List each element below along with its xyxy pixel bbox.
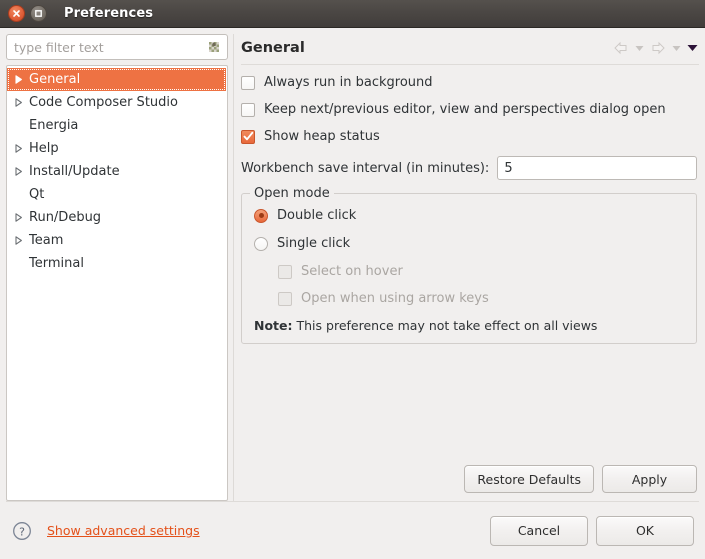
open-mode-note: Note: This preference may not take effec…: [254, 318, 684, 333]
sidebar-item-install-update[interactable]: Install/Update: [7, 160, 227, 183]
preferences-window: Preferences type filter text General Cod…: [0, 0, 705, 559]
checkbox-label: Open when using arrow keys: [301, 291, 489, 306]
svg-text:?: ?: [19, 525, 25, 538]
radio-row[interactable]: Double click: [254, 208, 684, 223]
page-title: General: [241, 40, 305, 56]
sidebar-item-code-composer-studio[interactable]: Code Composer Studio: [7, 91, 227, 114]
note-prefix: Note:: [254, 318, 293, 333]
save-interval-row: Workbench save interval (in minutes):: [241, 156, 697, 180]
close-icon[interactable]: [8, 5, 25, 22]
expand-arrow-icon[interactable]: [11, 213, 27, 222]
sidebar-item-qt[interactable]: Qt: [7, 183, 227, 206]
save-interval-input[interactable]: [497, 156, 697, 180]
checkbox-label: Show heap status: [264, 129, 380, 144]
sidebar-item-label: Code Composer Studio: [29, 95, 178, 110]
help-icon[interactable]: ?: [11, 520, 33, 542]
restore-defaults-button[interactable]: Restore Defaults: [464, 465, 594, 493]
radio-label: Single click: [277, 236, 351, 251]
ok-button[interactable]: OK: [596, 515, 694, 546]
checkbox-row[interactable]: Always run in background: [241, 75, 697, 90]
checkbox-label: Always run in background: [264, 75, 433, 90]
sidebar-item-label: Energia: [29, 118, 79, 133]
expand-arrow-icon[interactable]: [11, 75, 27, 84]
checkbox-icon[interactable]: [241, 75, 255, 90]
checkbox-icon[interactable]: [241, 102, 255, 117]
title-bar: Preferences: [0, 0, 705, 28]
filter-clear-icon[interactable]: [204, 37, 224, 57]
preference-tree[interactable]: General Code Composer Studio Energia Help In…: [6, 65, 228, 501]
radio-row[interactable]: Single click: [254, 236, 684, 251]
open-mode-group: Open mode Double click Single click Selec…: [241, 186, 697, 344]
page-action-buttons: Restore Defaults Apply: [241, 459, 699, 501]
sidebar-item-label: Qt: [29, 187, 45, 202]
dialog-footer: ? Show advanced settings Cancel OK: [0, 502, 705, 559]
checkbox-row[interactable]: Keep next/previous editor, view and pers…: [241, 102, 697, 117]
back-history-chevron-down-icon[interactable]: [633, 39, 646, 57]
window-title: Preferences: [64, 6, 154, 21]
header-divider: [241, 64, 699, 65]
expand-arrow-icon[interactable]: [11, 144, 27, 153]
search-input[interactable]: [7, 35, 204, 59]
open-mode-legend: Open mode: [250, 186, 334, 201]
sidebar-item-general[interactable]: General: [7, 68, 226, 91]
save-interval-label: Workbench save interval (in minutes):: [241, 160, 490, 176]
sidebar-item-label: Help: [29, 141, 59, 156]
checkbox-row: Open when using arrow keys: [278, 291, 684, 306]
forward-arrow-icon[interactable]: [649, 39, 667, 57]
note-text: This preference may not take effect on a…: [296, 318, 598, 333]
maximize-icon[interactable]: [30, 5, 47, 22]
radio-label: Double click: [277, 208, 357, 223]
sidebar: General Code Composer Studio Energia Help In…: [6, 34, 233, 501]
checkbox-group: Always run in background Keep next/previo…: [241, 75, 697, 144]
checkbox-icon: [278, 291, 292, 306]
sidebar-item-label: Install/Update: [29, 164, 120, 179]
forward-history-chevron-down-icon[interactable]: [670, 39, 683, 57]
sidebar-item-label: Run/Debug: [29, 210, 102, 225]
sidebar-item-energia[interactable]: Energia: [7, 114, 227, 137]
sidebar-item-help[interactable]: Help: [7, 137, 227, 160]
show-advanced-settings-link[interactable]: Show advanced settings: [47, 523, 200, 538]
sidebar-item-team[interactable]: Team: [7, 229, 227, 252]
open-mode-radio-group: Double click Single click: [254, 208, 684, 251]
panes: General Code Composer Studio Energia Help In…: [0, 28, 705, 501]
sidebar-item-label: Terminal: [29, 256, 84, 271]
expand-arrow-icon[interactable]: [11, 236, 27, 245]
checkbox-label: Select on hover: [301, 264, 403, 279]
dialog-body: General Code Composer Studio Energia Help In…: [0, 28, 705, 559]
sidebar-item-label: Team: [29, 233, 64, 248]
preference-form: Always run in background Keep next/previo…: [241, 75, 699, 459]
checkbox-icon: [278, 264, 292, 279]
radio-icon[interactable]: [254, 236, 268, 251]
checkbox-row: Select on hover: [278, 264, 684, 279]
page-header: General: [241, 34, 699, 64]
sidebar-item-terminal[interactable]: Terminal: [7, 252, 227, 275]
filter-box[interactable]: [6, 34, 228, 60]
sidebar-item-label: General: [29, 72, 81, 87]
sidebar-item-run-debug[interactable]: Run/Debug: [7, 206, 227, 229]
open-mode-suboptions: Select on hover Open when using arrow key…: [254, 264, 684, 306]
apply-button[interactable]: Apply: [602, 465, 697, 493]
checkbox-row[interactable]: Show heap status: [241, 129, 697, 144]
view-menu-icon[interactable]: [686, 39, 699, 57]
checkbox-icon[interactable]: [241, 129, 255, 144]
checkbox-label: Keep next/previous editor, view and pers…: [264, 102, 666, 117]
preference-page: General Always run in background Keep ne…: [233, 34, 699, 501]
expand-arrow-icon[interactable]: [11, 98, 27, 107]
radio-icon[interactable]: [254, 208, 268, 223]
back-arrow-icon[interactable]: [612, 39, 630, 57]
cancel-button[interactable]: Cancel: [490, 515, 588, 546]
expand-arrow-icon[interactable]: [11, 167, 27, 176]
page-nav-toolbar: [612, 39, 699, 57]
